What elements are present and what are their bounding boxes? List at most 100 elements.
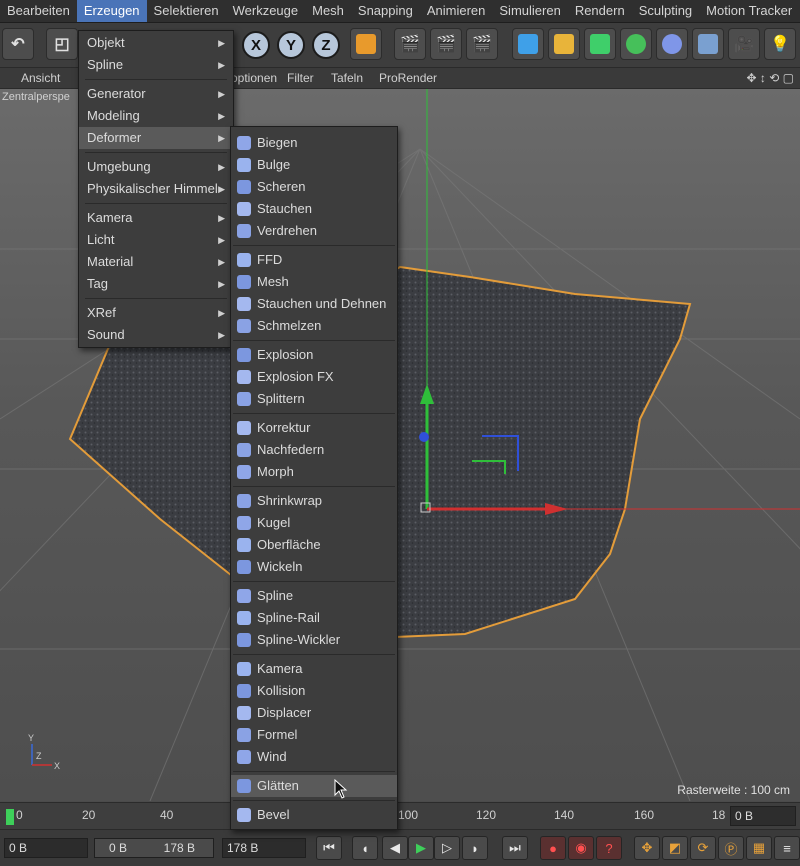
deformer-button[interactable] <box>656 28 688 60</box>
deformer-item-mesh[interactable]: Mesh <box>231 271 397 293</box>
end-frame-field[interactable]: 178 B <box>222 838 306 858</box>
erzeugen-item-tag[interactable]: Tag ▶ <box>79 273 233 295</box>
render-picture-viewer-button[interactable]: 🎬 <box>430 28 462 60</box>
pen-button[interactable] <box>548 28 580 60</box>
floor-button[interactable] <box>692 28 724 60</box>
viewport-menu-tafeln[interactable]: Tafeln <box>322 71 372 85</box>
deformer-item-nachfedern[interactable]: Nachfedern <box>231 439 397 461</box>
menu-animieren[interactable]: Animieren <box>420 0 493 22</box>
erzeugen-item-xref[interactable]: XRef ▶ <box>79 302 233 324</box>
timeline-ruler[interactable]: 0 20 40 100 120 140 160 18 0 B <box>0 802 800 829</box>
next-key-button[interactable]: ◗ <box>462 836 488 860</box>
deformer-item-stauchen[interactable]: Stauchen <box>231 198 397 220</box>
erzeugen-item-deformer[interactable]: Deformer ▶ <box>79 127 233 149</box>
menu-rendern[interactable]: Rendern <box>568 0 632 22</box>
previous-frame-button[interactable]: ◀ <box>382 836 408 860</box>
deformer-item-ffd[interactable]: FFD <box>231 249 397 271</box>
menu-sculpting[interactable]: Sculpting <box>632 0 699 22</box>
deformer-item-wickeln[interactable]: Wickeln <box>231 556 397 578</box>
deformer-item-splittern[interactable]: Splittern <box>231 388 397 410</box>
viewport-menu-filter[interactable]: Filter <box>278 71 323 85</box>
z-axis-handle[interactable] <box>419 432 429 442</box>
deformer-item-spline[interactable]: Spline <box>231 585 397 607</box>
deformer-item-explosion[interactable]: Explosion <box>231 344 397 366</box>
move-key-button[interactable]: ✥ <box>634 836 660 860</box>
light-button[interactable]: 💡 <box>764 28 796 60</box>
preview-range-slider[interactable]: 0 B 178 B <box>94 838 214 858</box>
menu-simulieren[interactable]: Simulieren <box>492 0 567 22</box>
live-selection-button[interactable]: ◰ <box>46 28 78 60</box>
menu-werkzeuge[interactable]: Werkzeuge <box>226 0 306 22</box>
menu-motion-tracker[interactable]: Motion Tracker <box>699 0 799 22</box>
record-button[interactable]: ● <box>540 836 566 860</box>
deformer-item-verdrehen[interactable]: Verdrehen <box>231 220 397 242</box>
keyframe-selection-button[interactable]: ? <box>596 836 622 860</box>
x-axis-lock-button[interactable]: X <box>242 31 270 59</box>
deformer-item-kamera[interactable]: Kamera <box>231 658 397 680</box>
erzeugen-item-physikalischer-himmel[interactable]: Physikalischer Himmel ▶ <box>79 178 233 200</box>
deformer-item-glätten[interactable]: Glätten <box>231 775 397 797</box>
deformer-item-biegen[interactable]: Biegen <box>231 132 397 154</box>
viewport-menu-prorender[interactable]: ProRender <box>370 71 446 85</box>
cube-button[interactable] <box>512 28 544 60</box>
previous-key-button[interactable]: ◖ <box>352 836 378 860</box>
menu-bearbeiten[interactable]: Bearbeiten <box>0 0 77 22</box>
erzeugen-item-objekt[interactable]: Objekt ▶ <box>79 32 233 54</box>
deformer-item-spline-wickler[interactable]: Spline-Wickler <box>231 629 397 651</box>
submenu-arrow-icon: ▶ <box>218 111 225 121</box>
erzeugen-item-spline[interactable]: Spline ▶ <box>79 54 233 76</box>
deformer-item-displacer[interactable]: Displacer <box>231 702 397 724</box>
deformer-item-shrinkwrap[interactable]: Shrinkwrap <box>231 490 397 512</box>
y-axis-lock-button[interactable]: Y <box>277 31 305 59</box>
go-to-start-button[interactable]: ⏮ <box>316 836 342 860</box>
cloner-button[interactable] <box>620 28 652 60</box>
deformer-item-explosion-fx[interactable]: Explosion FX <box>231 366 397 388</box>
coordinate-system-button[interactable] <box>350 28 382 60</box>
erzeugen-item-material[interactable]: Material ▶ <box>79 251 233 273</box>
deformer-item-kugel[interactable]: Kugel <box>231 512 397 534</box>
deformer-item-spline-rail[interactable]: Spline-Rail <box>231 607 397 629</box>
viewport-menu-ansicht[interactable]: Ansicht <box>12 71 69 85</box>
deformer-item-formel[interactable]: Formel <box>231 724 397 746</box>
deformer-item-oberfläche[interactable]: Oberfläche <box>231 534 397 556</box>
erzeugen-item-licht[interactable]: Licht ▶ <box>79 229 233 251</box>
deformer-item-korrektur[interactable]: Korrektur <box>231 417 397 439</box>
z-axis-lock-button[interactable]: Z <box>312 31 340 59</box>
erzeugen-item-kamera[interactable]: Kamera ▶ <box>79 207 233 229</box>
camera-button[interactable]: 🎥 <box>728 28 760 60</box>
erzeugen-item-generator[interactable]: Generator ▶ <box>79 83 233 105</box>
deformer-item-schmelzen[interactable]: Schmelzen <box>231 315 397 337</box>
deformer-item-bulge[interactable]: Bulge <box>231 154 397 176</box>
scale-key-button[interactable]: ◩ <box>662 836 688 860</box>
timeline-menu-button[interactable]: ≡ <box>774 836 800 860</box>
deformer-item-stauchen-und-dehnen[interactable]: Stauchen und Dehnen <box>231 293 397 315</box>
start-frame-field[interactable]: 0 B <box>4 838 88 858</box>
deformer-item-morph[interactable]: Morph <box>231 461 397 483</box>
autokey-button[interactable]: ◉ <box>568 836 594 860</box>
deformer-item-wind[interactable]: Wind <box>231 746 397 768</box>
render-settings-button[interactable]: 🎬 <box>466 28 498 60</box>
render-view-button[interactable]: 🎬 <box>394 28 426 60</box>
menu-erzeugen[interactable]: Erzeugen <box>76 0 147 22</box>
deformer-item-bevel[interactable]: Bevel <box>231 804 397 826</box>
pla-key-button[interactable]: ▦ <box>746 836 772 860</box>
param-key-button[interactable]: Ⓟ <box>718 836 744 860</box>
current-frame-field[interactable]: 0 B <box>730 806 796 826</box>
erzeugen-item-umgebung[interactable]: Umgebung ▶ <box>79 156 233 178</box>
play-button[interactable]: ▶ <box>408 836 434 860</box>
viewport-camera-label[interactable]: Zentralperspe <box>2 91 70 103</box>
rotate-key-button[interactable]: ⟳ <box>690 836 716 860</box>
deformer-item-scheren[interactable]: Scheren <box>231 176 397 198</box>
erzeugen-item-modeling[interactable]: Modeling ▶ <box>79 105 233 127</box>
menu-mesh[interactable]: Mesh <box>305 0 351 22</box>
erzeugen-item-sound[interactable]: Sound ▶ <box>79 324 233 346</box>
undo-button[interactable]: ↶ <box>2 28 34 60</box>
menu-selektieren[interactable]: Selektieren <box>147 0 226 22</box>
playhead-marker[interactable] <box>6 809 14 825</box>
menu-snapping[interactable]: Snapping <box>351 0 420 22</box>
go-to-end-button[interactable]: ⏭ <box>502 836 528 860</box>
subdivision-button[interactable] <box>584 28 616 60</box>
deformer-item-kollision[interactable]: Kollision <box>231 680 397 702</box>
next-frame-button[interactable]: ▷ <box>434 836 460 860</box>
viewport-navigation-icons[interactable]: ✥ ↕ ⟲ ▢ <box>747 71 794 85</box>
